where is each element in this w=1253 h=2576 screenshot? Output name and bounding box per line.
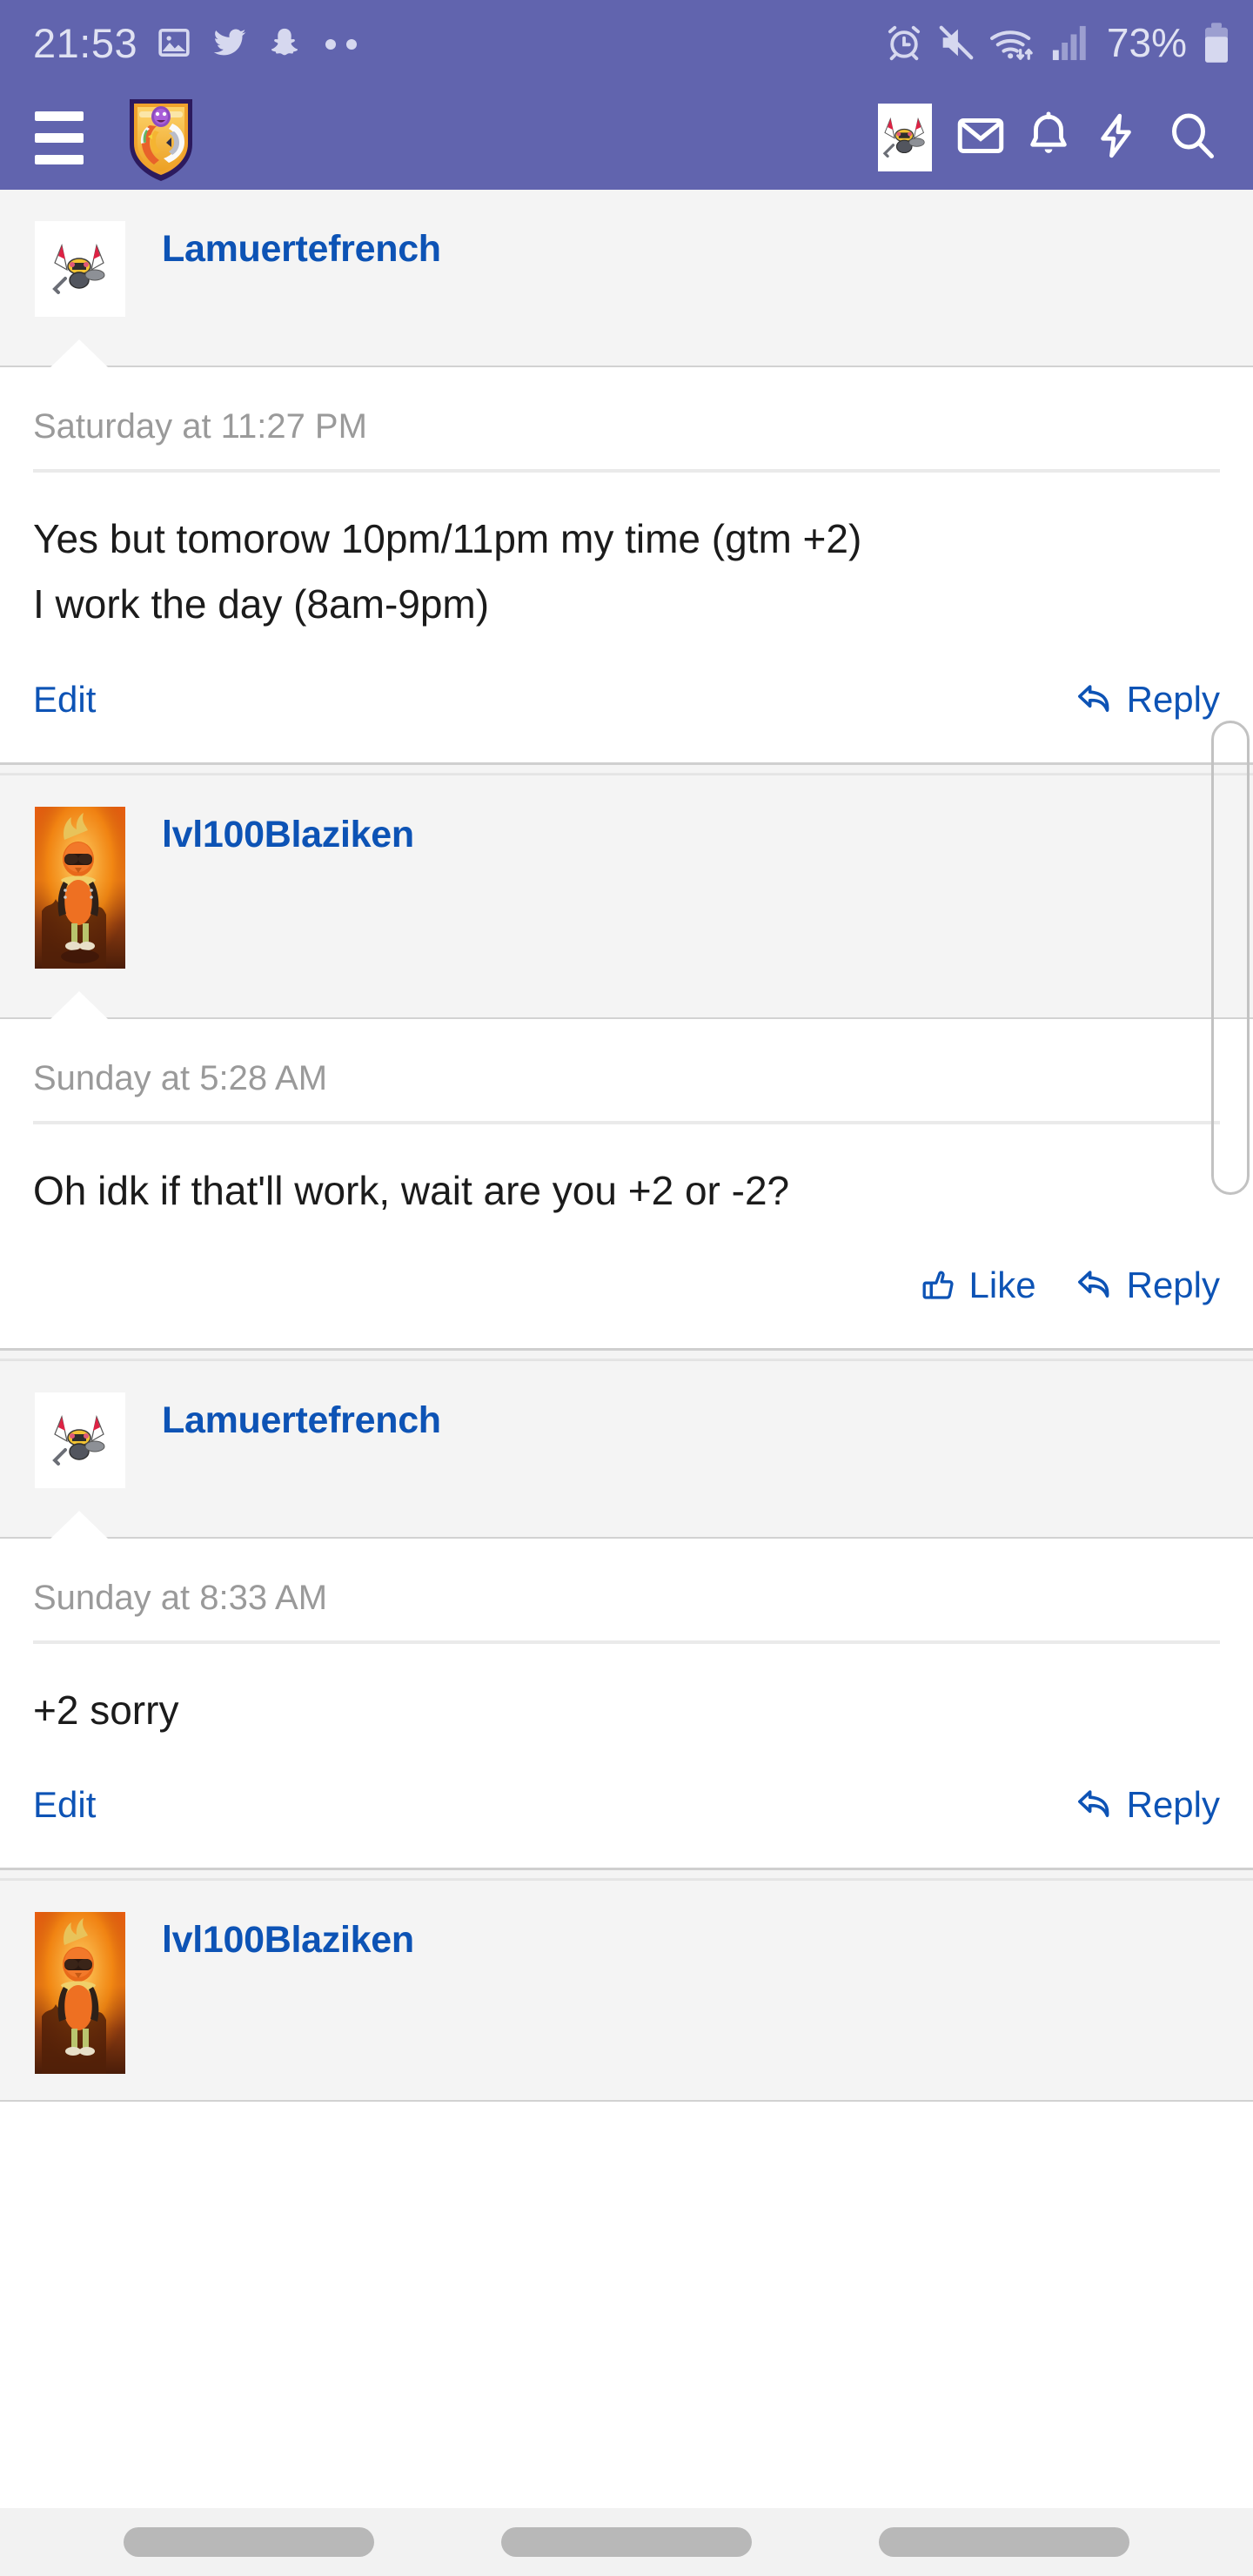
thread-posts: Lamuertefrench Saturday at 11:27 PM Yes …	[0, 190, 1253, 2103]
post-separator	[0, 761, 1253, 775]
wifi-icon	[988, 23, 1039, 63]
clock: 21:53	[33, 19, 138, 66]
bolt-icon	[1092, 109, 1141, 167]
post-header: Lamuertefrench	[0, 190, 1253, 368]
post-separator	[0, 1347, 1253, 1360]
signal-icon	[1051, 23, 1088, 63]
reply-button[interactable]: Reply	[1075, 679, 1220, 721]
edit-button[interactable]: Edit	[33, 679, 96, 721]
inbox-button[interactable]	[947, 85, 1015, 190]
like-button[interactable]: Like	[921, 1265, 1036, 1306]
post: lvl100Blaziken Sunday at 5:28 AM Oh idk …	[0, 774, 1253, 1348]
post-body: Sunday at 5:28 AM Oh idk if that'll work…	[0, 1018, 1253, 1348]
navbar-actions	[863, 85, 1234, 190]
reply-button[interactable]: Reply	[1075, 1784, 1220, 1826]
post-message-line: +2 sorry	[33, 1687, 179, 1733]
post: Lamuertefrench Sunday at 8:33 AM +2 sorr…	[0, 1359, 1253, 1868]
post-header: Lamuertefrench	[0, 1359, 1253, 1540]
post: Lamuertefrench Saturday at 11:27 PM Yes …	[0, 190, 1253, 762]
snapchat-icon	[268, 25, 301, 60]
alarm-icon	[884, 23, 924, 63]
home-button[interactable]	[501, 2527, 752, 2557]
status-bar: 21:53 73%	[0, 0, 1253, 85]
post-username[interactable]: lvl100Blaziken	[162, 1919, 414, 1962]
status-bar-left: 21:53	[33, 19, 365, 67]
reply-label: Reply	[1126, 678, 1220, 720]
envelope-icon	[955, 110, 1007, 166]
post-header: lvl100Blaziken	[0, 1880, 1253, 2103]
reply-button[interactable]: Reply	[1075, 1265, 1220, 1306]
android-navigation-bar	[0, 2508, 1253, 2576]
post-actions: Edit Reply	[33, 1748, 1220, 1868]
account-avatar[interactable]	[863, 85, 947, 190]
like-label: Like	[968, 1264, 1036, 1305]
avatar[interactable]	[35, 806, 125, 969]
reply-arrow-icon	[1075, 681, 1115, 718]
battery-icon	[1203, 22, 1230, 64]
thumbs-up-icon	[921, 1267, 957, 1304]
reply-arrow-icon	[1075, 1267, 1115, 1304]
post-actions: Edit Reply	[33, 642, 1220, 762]
reply-arrow-icon	[1075, 1787, 1115, 1823]
post-header: lvl100Blaziken	[0, 774, 1253, 1020]
post: lvl100Blaziken	[0, 1880, 1253, 2103]
more-dots-icon	[320, 34, 365, 51]
post-message-line: I work the day (8am-9pm)	[33, 581, 490, 627]
reply-label: Reply	[1126, 1264, 1220, 1305]
post-username[interactable]: lvl100Blaziken	[162, 814, 414, 856]
hamburger-bar	[35, 154, 84, 164]
whats-new-button[interactable]	[1082, 85, 1150, 190]
post-message-line: Oh idk if that'll work, wait are you +2 …	[33, 1167, 790, 1213]
photo-icon	[157, 25, 191, 60]
status-bar-right: 73%	[884, 19, 1230, 66]
post-notch	[48, 1508, 111, 1540]
post-timestamp: Sunday at 5:28 AM	[33, 1019, 1220, 1124]
recents-button[interactable]	[124, 2527, 374, 2557]
post-notch	[48, 989, 111, 1020]
post-timestamp: Saturday at 11:27 PM	[33, 367, 1220, 473]
app-navbar	[0, 85, 1253, 196]
battery-percent: 73%	[1106, 20, 1187, 65]
hamburger-bar	[35, 132, 84, 143]
post-username[interactable]: Lamuertefrench	[162, 1399, 441, 1442]
post-separator	[0, 1868, 1253, 1881]
alerts-button[interactable]	[1015, 85, 1082, 190]
post-message-line: Yes but tomorow 10pm/11pm my time (gtm +…	[33, 516, 862, 561]
hamburger-bar	[35, 111, 84, 121]
mute-icon	[936, 23, 976, 63]
bell-icon	[1023, 110, 1074, 166]
post-body: Saturday at 11:27 PM Yes but tomorow 10p…	[0, 367, 1253, 762]
post-notch	[48, 338, 111, 368]
avatar[interactable]	[35, 1912, 125, 2075]
post-username[interactable]: Lamuertefrench	[162, 228, 441, 271]
page-scrollbar[interactable]	[1211, 721, 1250, 1195]
avatar[interactable]	[35, 1392, 125, 1488]
post-timestamp: Sunday at 8:33 AM	[33, 1539, 1220, 1644]
user-avatar-icon	[878, 104, 932, 171]
twitter-icon	[211, 25, 249, 60]
avatar[interactable]	[35, 221, 125, 317]
reply-label: Reply	[1126, 1784, 1220, 1826]
post-body: Sunday at 8:33 AM +2 sorry Edit Reply	[0, 1538, 1253, 1868]
post-actions: Like Reply	[33, 1228, 1220, 1348]
edit-button[interactable]: Edit	[33, 1784, 96, 1826]
hamburger-icon[interactable]	[35, 111, 84, 164]
search-button[interactable]	[1150, 85, 1234, 190]
forum-shield-logo[interactable]	[124, 92, 198, 183]
search-icon	[1166, 110, 1218, 166]
back-button[interactable]	[879, 2527, 1129, 2557]
